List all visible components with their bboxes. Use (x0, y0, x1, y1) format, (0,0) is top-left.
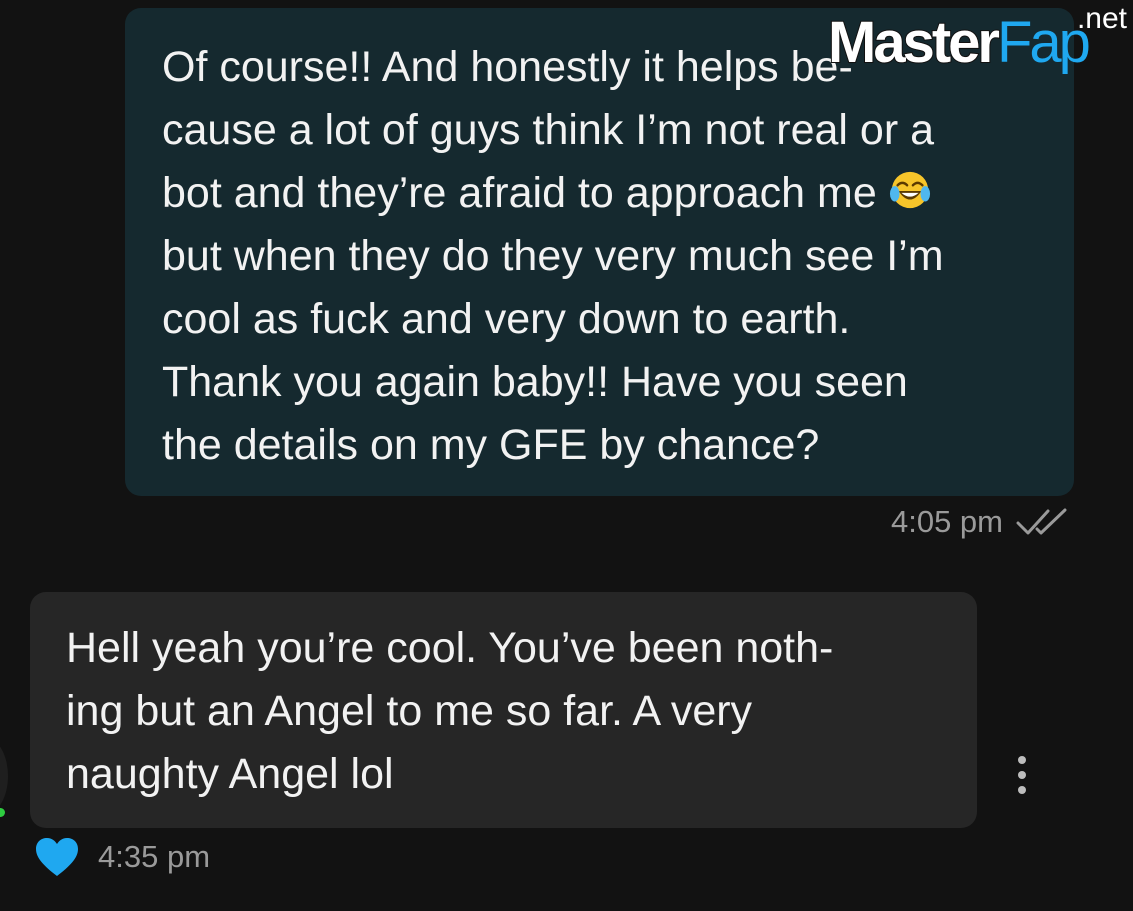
face-with-tears-of-joy-icon (889, 171, 930, 209)
contact-avatar[interactable] (0, 738, 8, 814)
message-line: the details on my GFE by chance? (162, 421, 820, 469)
watermark-master: Master (827, 9, 1001, 76)
double-check-icon (1016, 508, 1067, 535)
watermark-fap: Fap (996, 10, 1091, 75)
incoming-message-meta: 4:35 pm (34, 836, 210, 878)
message-line: ing but an Angel to me so far. A very (66, 687, 753, 735)
watermark-logo: MasterFap .net (827, 2, 1133, 84)
message-line: naughty Angel lol (66, 750, 394, 798)
message-line: but when they do they very much see I’m (162, 232, 944, 280)
kebab-dot (1018, 771, 1026, 779)
heart-icon[interactable] (34, 836, 80, 878)
incoming-message-bubble[interactable]: Hell yeah you’re cool. You’ve been noth-… (30, 592, 977, 828)
outgoing-timestamp: 4:05 pm (890, 504, 1003, 539)
kebab-dot (1018, 756, 1026, 764)
message-options-button[interactable] (1012, 756, 1032, 794)
message-line-text: bot and they’re afraid to approach me (162, 169, 877, 217)
message-line: cool as fuck and very down to earth. (162, 295, 851, 343)
message-line: Thank you again baby!! Have you seen (162, 358, 908, 406)
chat-screen: Of course!! And honestly it helps be- ca… (0, 0, 1133, 911)
incoming-timestamp: 4:35 pm (98, 839, 211, 874)
outgoing-message-meta: 4:05 pm (891, 504, 1071, 540)
watermark-net: .net (1076, 2, 1127, 35)
message-line-with-emoji: bot and they’re afraid to approach me (162, 162, 1044, 225)
kebab-dot (1018, 786, 1026, 794)
message-line: Hell yeah you’re cool. You’ve been noth- (66, 624, 834, 672)
message-line: cause a lot of guys think I’m not real o… (162, 106, 935, 154)
online-status-dot (0, 808, 5, 817)
